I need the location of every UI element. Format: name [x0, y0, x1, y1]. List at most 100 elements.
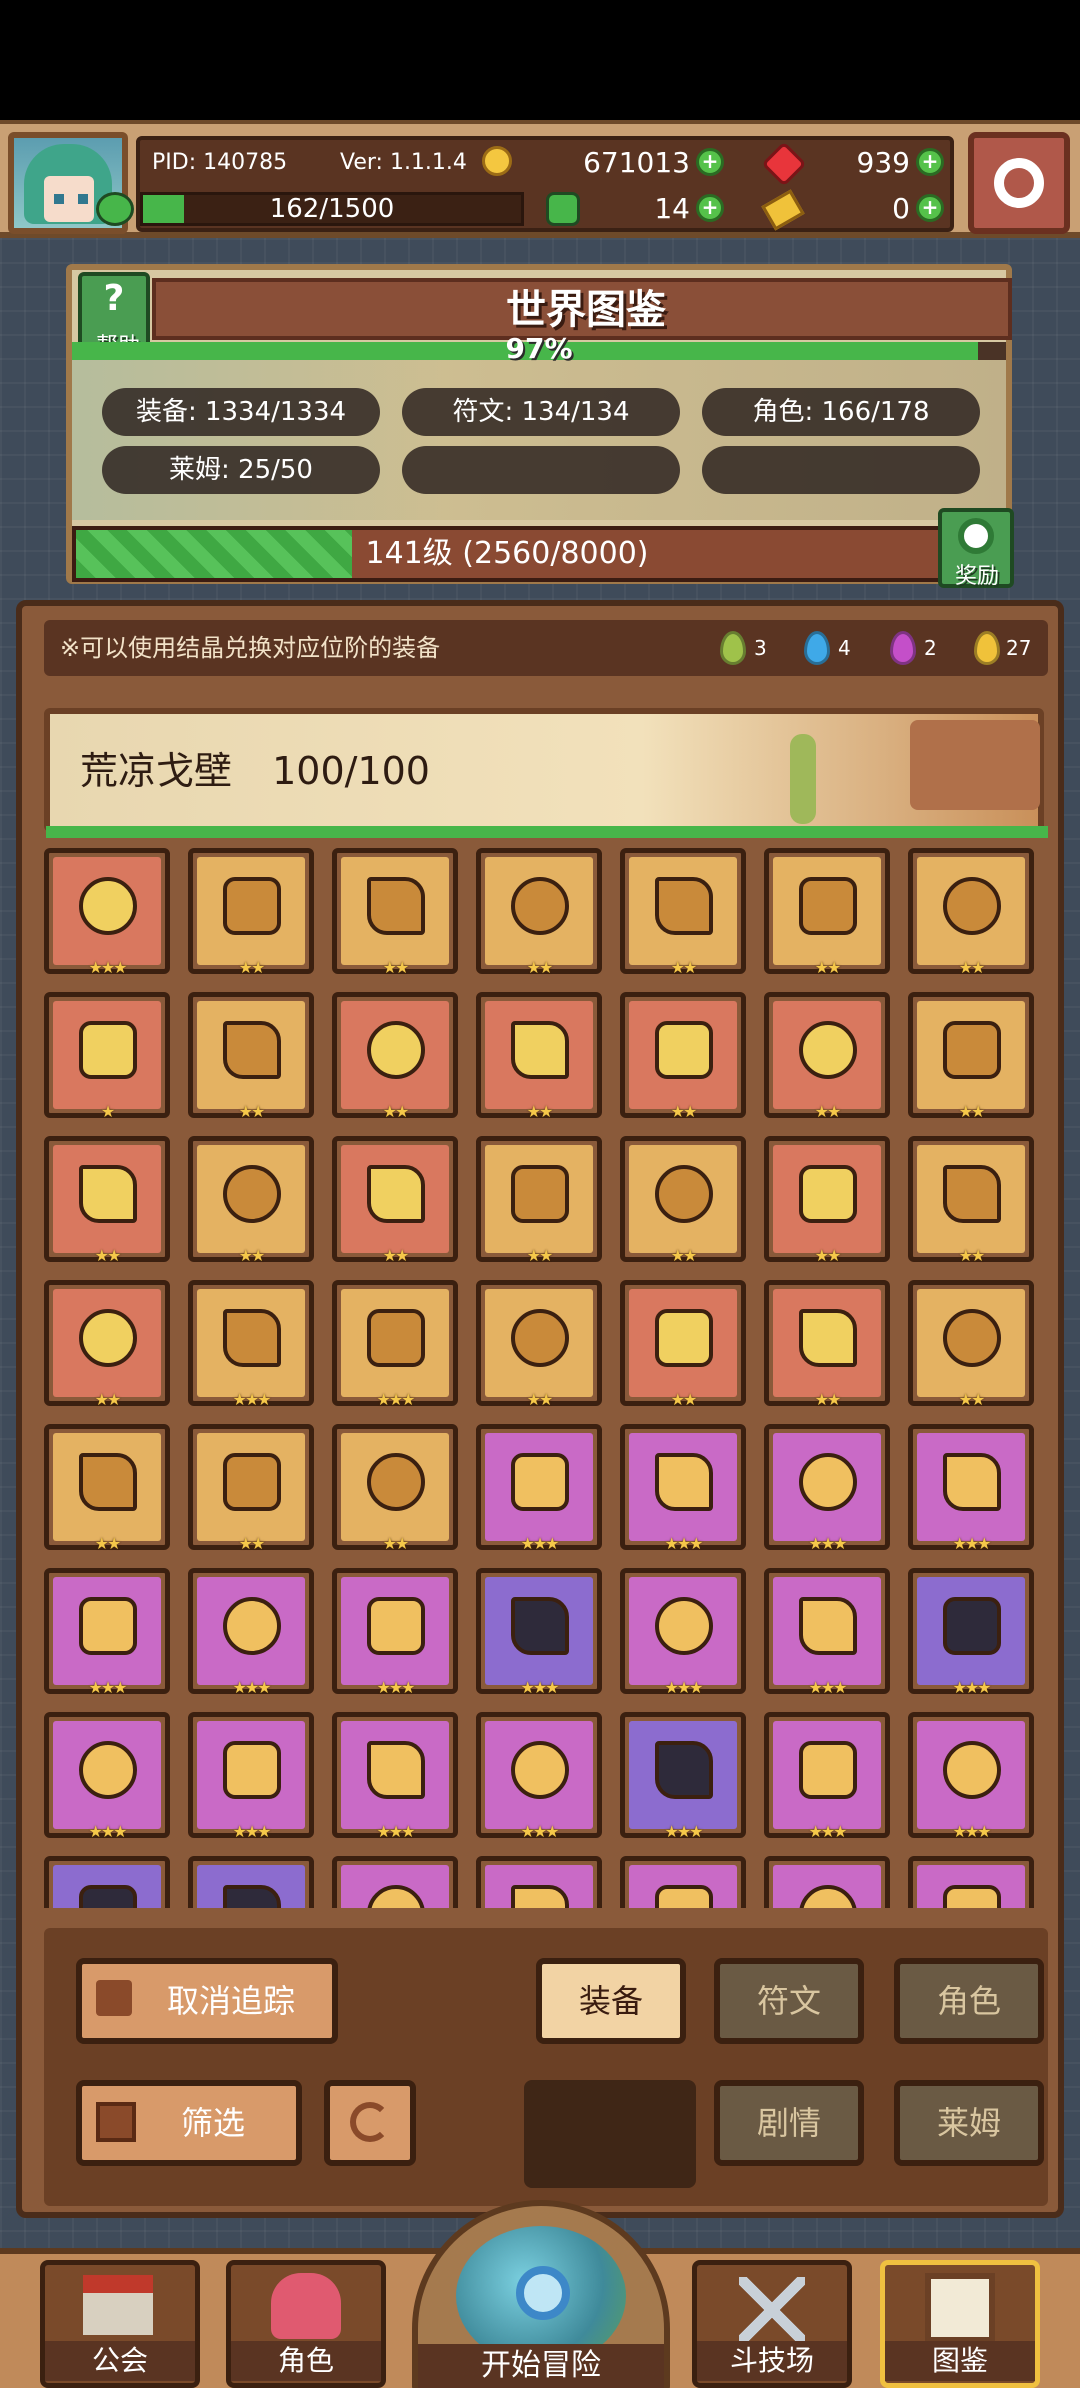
- nav-arena[interactable]: 斗技场: [692, 2260, 852, 2388]
- region-banner[interactable]: 荒凉戈壁 100/100: [44, 708, 1044, 832]
- equipment-slot[interactable]: ★★: [620, 1280, 746, 1409]
- tab-lime[interactable]: 莱姆: [894, 2080, 1044, 2166]
- equipment-slot[interactable]: ★★★: [764, 1568, 890, 1697]
- equipment-item-icon: [655, 1021, 713, 1079]
- equipment-slot[interactable]: ★★: [476, 848, 602, 977]
- add-gold-button[interactable]: +: [696, 148, 724, 176]
- nav-atlas[interactable]: 图鉴: [880, 2260, 1040, 2388]
- equipment-slot[interactable]: ★★: [332, 1136, 458, 1265]
- equipment-item-icon: [655, 877, 713, 935]
- equipment-slot[interactable]: ★★★: [332, 1280, 458, 1409]
- equipment-slot[interactable]: ★★: [476, 1136, 602, 1265]
- equipment-slot[interactable]: ★★: [44, 1280, 170, 1409]
- equipment-slot[interactable]: ★★: [908, 848, 1034, 977]
- equipment-slot[interactable]: ★★★: [188, 1280, 314, 1409]
- star-rating: ★★: [238, 1246, 266, 1265]
- gold-amount: 671013: [583, 146, 690, 179]
- untrack-button[interactable]: 取消追踪: [76, 1958, 338, 2044]
- equipment-slot[interactable]: ★★: [620, 992, 746, 1121]
- reward-button[interactable]: 奖励: [938, 508, 1014, 589]
- equipment-item-icon: [943, 1741, 1001, 1799]
- nav-guild[interactable]: 公会: [40, 2260, 200, 2388]
- refresh-button[interactable]: [324, 2080, 416, 2166]
- equipment-item-icon: [223, 1597, 281, 1655]
- filter-label: 筛选: [180, 2104, 245, 2142]
- equipment-slot[interactable]: ★★: [764, 1280, 890, 1409]
- star-rating: ★★: [94, 1246, 122, 1265]
- star-rating: ★★★: [232, 1822, 271, 1841]
- equipment-slot[interactable]: ★★★: [620, 1712, 746, 1841]
- equipment-slot[interactable]: ★★: [908, 992, 1034, 1121]
- equipment-slot[interactable]: [44, 1856, 170, 1908]
- equipment-item-icon: [511, 877, 569, 935]
- star-rating: ★★: [814, 1246, 842, 1265]
- tab-character[interactable]: 角色: [894, 1958, 1044, 2044]
- equipment-slot[interactable]: [332, 1856, 458, 1908]
- equipment-slot[interactable]: ★★: [620, 1136, 746, 1265]
- add-ticket-button[interactable]: +: [916, 194, 944, 222]
- add-ruby-button[interactable]: +: [916, 148, 944, 176]
- equipment-slot[interactable]: ★★★: [908, 1712, 1034, 1841]
- equipment-slot[interactable]: ★: [44, 992, 170, 1121]
- equipment-slot[interactable]: [188, 1856, 314, 1908]
- equipment-slot[interactable]: [908, 1856, 1034, 1908]
- equipment-slot[interactable]: ★★: [764, 848, 890, 977]
- equipment-slot[interactable]: ★★★: [476, 1712, 602, 1841]
- equipment-slot[interactable]: ★★: [764, 1136, 890, 1265]
- ticket-amount: 0: [892, 192, 910, 225]
- equipment-slot[interactable]: ★★: [476, 1280, 602, 1409]
- filter-button[interactable]: 筛选: [76, 2080, 302, 2166]
- control-area: 取消追踪 装备 符文 角色 筛选 剧情 莱姆: [44, 1928, 1048, 2206]
- tab-rune[interactable]: 符文: [714, 1958, 864, 2044]
- equipment-item-icon: [943, 1309, 1001, 1367]
- equipment-slot[interactable]: ★★★: [908, 1568, 1034, 1697]
- equipment-slot[interactable]: ★★: [44, 1136, 170, 1265]
- equipment-slot[interactable]: [620, 1856, 746, 1908]
- star-rating: ★★: [526, 1390, 554, 1409]
- equipment-slot[interactable]: ★★: [620, 848, 746, 977]
- equipment-slot[interactable]: ★★: [188, 992, 314, 1121]
- equipment-item-icon: [655, 1453, 713, 1511]
- equipment-slot[interactable]: ★★★: [620, 1568, 746, 1697]
- crystal-hint-bar: ※可以使用结晶兑换对应位阶的装备 3 4 2 27: [44, 620, 1048, 676]
- equipment-item-icon: [79, 1021, 137, 1079]
- tab-equipment[interactable]: 装备: [536, 1958, 686, 2044]
- equipment-slot[interactable]: ★★★: [620, 1424, 746, 1553]
- equipment-slot[interactable]: ★★★: [44, 848, 170, 977]
- nav-character[interactable]: 角色: [226, 2260, 386, 2388]
- add-clover-button[interactable]: +: [696, 194, 724, 222]
- equipment-item-icon: [79, 877, 137, 935]
- equipment-slot[interactable]: ★★★: [44, 1568, 170, 1697]
- tab-story[interactable]: 剧情: [714, 2080, 864, 2166]
- equipment-slot[interactable]: ★★: [332, 848, 458, 977]
- nav-arena-label: 斗技场: [697, 2341, 847, 2381]
- star-rating: ★★: [526, 1102, 554, 1121]
- equipment-slot[interactable]: ★★: [332, 992, 458, 1121]
- equipment-slot[interactable]: ★★★: [476, 1424, 602, 1553]
- equipment-slot[interactable]: ★★★: [764, 1424, 890, 1553]
- equipment-slot[interactable]: ★★★: [188, 1568, 314, 1697]
- equipment-item-icon: [799, 1453, 857, 1511]
- equipment-slot[interactable]: ★★: [908, 1280, 1034, 1409]
- equipment-slot[interactable]: ★★: [476, 992, 602, 1121]
- equipment-slot[interactable]: ★★: [44, 1424, 170, 1553]
- equipment-slot[interactable]: [764, 1856, 890, 1908]
- equipment-slot[interactable]: ★★: [188, 1424, 314, 1553]
- equipment-slot[interactable]: ★★: [764, 992, 890, 1121]
- equipment-item-icon: [223, 1885, 281, 1908]
- equipment-slot[interactable]: ★★: [908, 1136, 1034, 1265]
- equipment-slot[interactable]: [476, 1856, 602, 1908]
- equipment-slot[interactable]: ★★★: [188, 1712, 314, 1841]
- equipment-slot[interactable]: ★★★: [44, 1712, 170, 1841]
- equipment-slot[interactable]: ★★★: [332, 1568, 458, 1697]
- equipment-slot[interactable]: ★★: [332, 1424, 458, 1553]
- equipment-slot[interactable]: ★★★: [476, 1568, 602, 1697]
- equipment-item-icon: [511, 1453, 569, 1511]
- equipment-slot[interactable]: ★★: [188, 848, 314, 977]
- settings-button[interactable]: [968, 132, 1070, 234]
- equipment-slot[interactable]: ★★: [188, 1136, 314, 1265]
- star-rating: ★★★: [952, 1822, 991, 1841]
- equipment-slot[interactable]: ★★★: [332, 1712, 458, 1841]
- equipment-slot[interactable]: ★★★: [908, 1424, 1034, 1553]
- equipment-slot[interactable]: ★★★: [764, 1712, 890, 1841]
